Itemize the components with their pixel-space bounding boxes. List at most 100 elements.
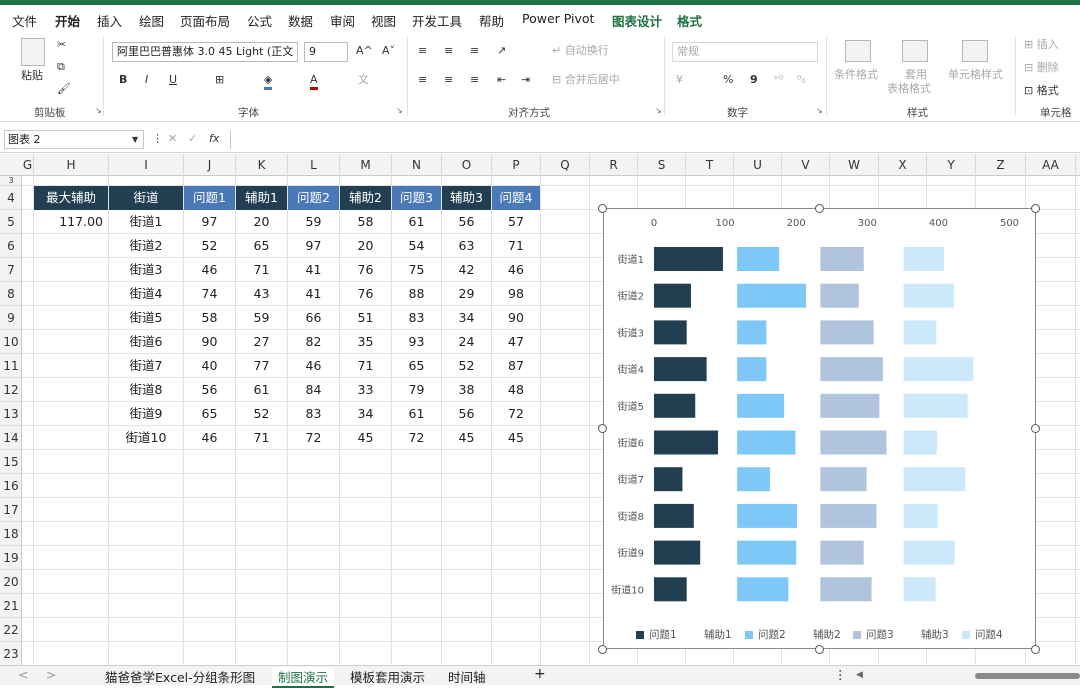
underline-button[interactable]: U bbox=[169, 73, 177, 87]
table-cell[interactable]: 48 bbox=[492, 378, 540, 402]
column-header[interactable]: O bbox=[442, 154, 492, 176]
table-cell[interactable]: 90 bbox=[492, 306, 540, 330]
table-cell[interactable]: 83 bbox=[392, 306, 441, 330]
table-cell[interactable]: 97 bbox=[184, 210, 235, 234]
table-cell[interactable]: 65 bbox=[184, 402, 235, 426]
table-cell[interactable]: 街道4 bbox=[109, 282, 183, 306]
insert-function-button[interactable]: fx bbox=[209, 132, 219, 146]
table-cell[interactable]: 40 bbox=[184, 354, 235, 378]
sheet-tab-1[interactable]: 猫爸爸学Excel-分组条形图 bbox=[105, 667, 255, 686]
decrease-indent-icon[interactable]: ⇤ bbox=[497, 73, 506, 87]
font-launcher-icon[interactable]: ↘ bbox=[396, 106, 403, 115]
align-left-icon[interactable]: ≡ bbox=[418, 73, 427, 87]
table-cell[interactable]: 45 bbox=[340, 426, 391, 450]
table-cell[interactable]: 75 bbox=[392, 258, 441, 282]
table-cell[interactable]: 33 bbox=[340, 378, 391, 402]
table-cell[interactable]: 63 bbox=[442, 234, 491, 258]
tab-data[interactable]: 数据 bbox=[288, 11, 313, 30]
table-cell[interactable]: 34 bbox=[442, 306, 491, 330]
row-header[interactable]: 16 bbox=[0, 474, 22, 498]
orientation-icon[interactable]: ↗ bbox=[497, 44, 506, 58]
font-color-button[interactable]: A bbox=[310, 73, 318, 90]
column-header[interactable]: Z bbox=[976, 154, 1026, 176]
table-cell[interactable]: 59 bbox=[288, 210, 339, 234]
percent-button[interactable]: % bbox=[723, 73, 733, 87]
table-cell[interactable]: 65 bbox=[236, 234, 287, 258]
table-header-cell[interactable]: 辅助3 bbox=[442, 186, 491, 210]
table-cell[interactable]: 45 bbox=[442, 426, 491, 450]
fill-color-icon[interactable]: ◈ bbox=[264, 73, 273, 90]
table-header-cell[interactable]: 问题4 bbox=[492, 186, 540, 210]
table-cell[interactable]: 46 bbox=[184, 426, 235, 450]
table-cell[interactable]: 58 bbox=[184, 306, 235, 330]
paste-icon[interactable] bbox=[21, 38, 45, 66]
table-cell[interactable]: 街道7 bbox=[109, 354, 183, 378]
column-header[interactable]: N bbox=[392, 154, 442, 176]
table-cell[interactable]: 84 bbox=[288, 378, 339, 402]
chart[interactable]: 0 100 200 300 400 500 街道1 街道2 街道3 街道4 街道5 街道6 街道7 街道8… bbox=[603, 208, 1036, 649]
table-cell[interactable]: 72 bbox=[288, 426, 339, 450]
align-middle-icon[interactable]: ≡ bbox=[444, 44, 453, 58]
table-cell[interactable]: 45 bbox=[492, 426, 540, 450]
table-cell[interactable]: 82 bbox=[288, 330, 339, 354]
table-cell[interactable]: 93 bbox=[392, 330, 441, 354]
tab-home[interactable]: 开始 bbox=[55, 11, 81, 34]
scroll-left-icon[interactable]: ◀ bbox=[856, 670, 863, 680]
tab-format[interactable]: 格式 bbox=[677, 11, 702, 30]
row-header[interactable]: 23 bbox=[0, 642, 22, 666]
table-cell[interactable]: 街道6 bbox=[109, 330, 183, 354]
sheet-tab-3[interactable]: 模板套用演示 bbox=[350, 667, 425, 686]
tab-view[interactable]: 视图 bbox=[371, 11, 396, 30]
row-header[interactable]: 15 bbox=[0, 450, 22, 474]
column-header[interactable]: W bbox=[830, 154, 879, 176]
table-cell[interactable]: 41 bbox=[288, 282, 339, 306]
sheet-prev-button[interactable]: < bbox=[18, 667, 28, 682]
sheet-more-icon[interactable]: ⋮ bbox=[834, 667, 847, 682]
tab-developer[interactable]: 开发工具 bbox=[412, 11, 462, 30]
name-box-dropdown-icon[interactable]: ▼ bbox=[132, 133, 138, 147]
table-cell[interactable]: 71 bbox=[236, 426, 287, 450]
table-cell[interactable]: 29 bbox=[442, 282, 491, 306]
table-cell[interactable]: 71 bbox=[492, 234, 540, 258]
row-header[interactable]: 22 bbox=[0, 618, 22, 642]
column-header[interactable]: H bbox=[34, 154, 109, 176]
comma-button[interactable]: 9 bbox=[750, 73, 758, 87]
column-header[interactable]: G bbox=[22, 154, 34, 176]
chart-resize-handle-tr[interactable] bbox=[1031, 204, 1040, 213]
increase-indent-icon[interactable]: ⇥ bbox=[521, 73, 530, 87]
chart-resize-handle-r[interactable] bbox=[1031, 424, 1040, 433]
sheet-next-button[interactable]: > bbox=[46, 667, 56, 682]
table-header-cell[interactable]: 辅助1 bbox=[236, 186, 287, 210]
max-helper-header[interactable]: 最大辅助 bbox=[34, 186, 108, 210]
column-header[interactable]: U bbox=[734, 154, 782, 176]
table-cell[interactable]: 97 bbox=[288, 234, 339, 258]
table-cell[interactable]: 71 bbox=[236, 258, 287, 282]
table-cell[interactable]: 52 bbox=[236, 402, 287, 426]
table-cell[interactable]: 71 bbox=[340, 354, 391, 378]
border-icon[interactable]: ⊞ bbox=[215, 73, 224, 87]
row-header[interactable]: 3 bbox=[0, 176, 22, 186]
chart-resize-handle-bl[interactable] bbox=[598, 645, 607, 654]
table-cell[interactable]: 56 bbox=[184, 378, 235, 402]
row-header[interactable]: 8 bbox=[0, 282, 22, 306]
shrink-font-button[interactable]: A˅ bbox=[382, 44, 395, 58]
table-cell[interactable]: 街道10 bbox=[109, 426, 183, 450]
add-sheet-button[interactable]: + bbox=[534, 666, 546, 682]
column-header[interactable]: R bbox=[590, 154, 638, 176]
table-cell[interactable]: 46 bbox=[184, 258, 235, 282]
table-cell[interactable]: 51 bbox=[340, 306, 391, 330]
column-header[interactable]: J bbox=[184, 154, 236, 176]
table-cell[interactable]: 52 bbox=[184, 234, 235, 258]
table-cell[interactable]: 76 bbox=[340, 282, 391, 306]
table-cell[interactable]: 87 bbox=[492, 354, 540, 378]
format-painter-icon[interactable]: 🖌 bbox=[57, 82, 71, 96]
table-cell[interactable]: 42 bbox=[442, 258, 491, 282]
tab-help[interactable]: 帮助 bbox=[479, 11, 504, 30]
table-cell[interactable]: 街道2 bbox=[109, 234, 183, 258]
row-header[interactable]: 20 bbox=[0, 570, 22, 594]
column-header[interactable]: L bbox=[288, 154, 340, 176]
row-header[interactable]: 19 bbox=[0, 546, 22, 570]
max-helper-value[interactable]: 117.00 bbox=[34, 210, 108, 234]
column-header[interactable]: Q bbox=[541, 154, 590, 176]
table-cell[interactable]: 街道5 bbox=[109, 306, 183, 330]
